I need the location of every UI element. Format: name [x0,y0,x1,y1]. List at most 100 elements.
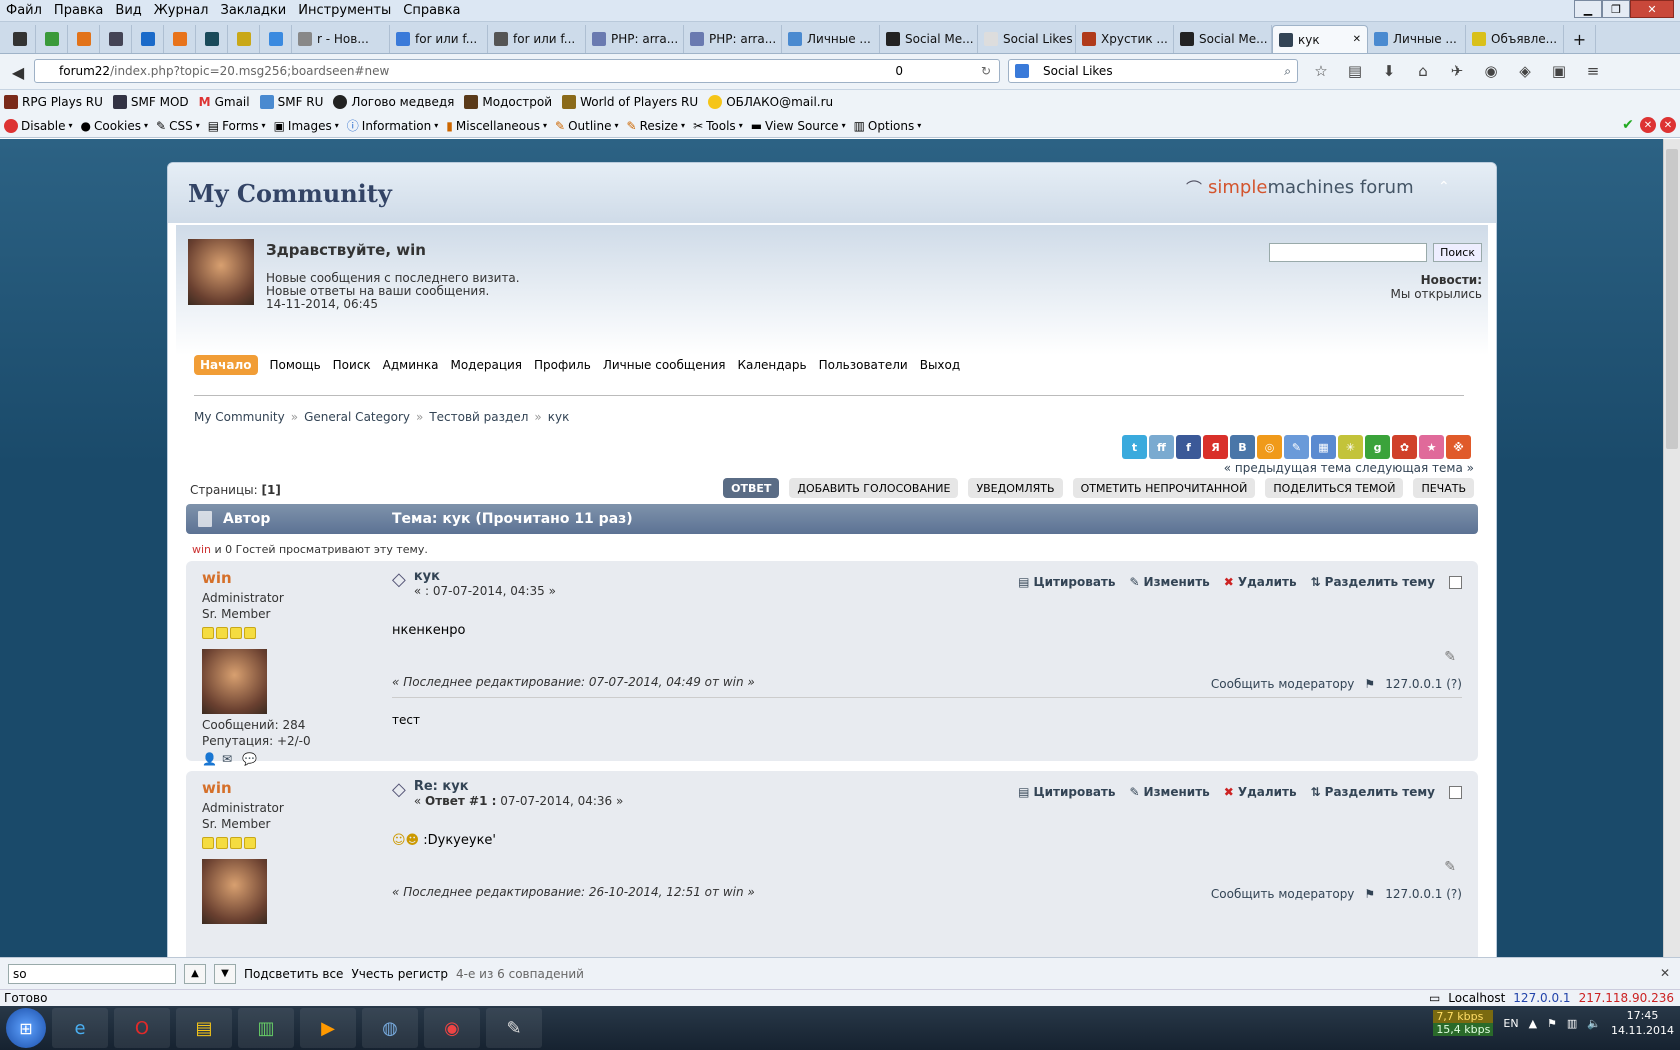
browser-tab[interactable]: r - Нов... [292,25,390,53]
post-select-checkbox[interactable] [1449,785,1462,799]
menu-tools[interactable]: Инструменты [292,3,397,18]
explorer-taskbar-icon[interactable]: ▤ [176,1008,232,1048]
poster-name[interactable]: win [202,779,362,797]
dev-tools[interactable]: ✂ Tools ▾ [693,119,743,133]
modify-button[interactable]: ✎ Изменить [1129,575,1209,589]
find-next-button[interactable]: ▼ [214,963,236,984]
browser-tab[interactable]: for или f... [390,25,488,53]
clock[interactable]: 17:45 14.11.2014 [1611,1008,1674,1038]
browser-tab[interactable] [228,25,260,53]
error-icon[interactable]: ✕ [1640,117,1656,133]
share-icon[interactable]: ※ [1446,435,1471,459]
poster-avatar[interactable] [202,859,267,924]
menu-moderation[interactable]: Модерация [450,356,522,374]
smf-logo[interactable]: ⌒ simplemachines forum [1186,175,1414,199]
breadcrumb-category[interactable]: General Category [304,410,410,424]
menu-members[interactable]: Пользователи [819,356,908,374]
menu-admin[interactable]: Админка [383,356,439,374]
bookmark-modostroy[interactable]: Модострой [464,95,552,109]
dev-information[interactable]: ⓘ Information ▾ [347,117,439,134]
reading-list-icon[interactable]: ▤ [1344,60,1366,82]
prev-next-topic[interactable]: « предыдущая тема следующая тема » [1224,461,1474,475]
new-posts-link[interactable]: Новые сообщения с последнего визита. [266,271,520,285]
poster-ip-link[interactable]: 127.0.0.1 (?) [1385,887,1462,901]
collapse-header-icon[interactable]: ⌃ [1438,179,1450,195]
find-previous-button[interactable]: ▲ [184,963,206,984]
dev-view-source[interactable]: ▬ View Source ▾ [751,119,846,133]
profile-icon[interactable]: 👤 [202,752,217,766]
dev-options[interactable]: ▥ Options ▾ [854,119,922,133]
poster-ip-link[interactable]: 127.0.0.1 (?) [1385,677,1462,691]
delete-button[interactable]: ✖ Удалить [1224,575,1297,589]
quick-edit-icon[interactable]: ✎ [1444,649,1456,665]
breadcrumb-topic[interactable]: кук [548,410,570,424]
poster-name[interactable]: win [202,569,362,587]
app-menu-icon[interactable]: ≡ [1582,60,1604,82]
reload-icon[interactable]: ↻ [981,64,991,78]
menu-history[interactable]: Журнал [148,3,215,18]
share-icon[interactable]: ✎ [1284,435,1309,459]
browser-tab[interactable] [260,25,292,53]
dev-forms[interactable]: ▤ Forms ▾ [208,119,266,133]
post-select-checkbox[interactable] [1449,575,1462,589]
reply-number[interactable]: Ответ #1 : [425,794,496,808]
highlight-all-toggle[interactable]: Подсветить все [244,967,343,981]
share-icon[interactable]: ff [1149,435,1174,459]
avatar[interactable] [188,239,254,305]
bookmark-star-icon[interactable]: ☆ [1310,60,1332,82]
menu-search[interactable]: Поиск [333,356,371,374]
browser-tab[interactable]: Объявле... [1466,25,1564,53]
check-icon[interactable]: ✔ [1620,117,1636,133]
menu-view[interactable]: Вид [109,3,147,18]
minimize-button[interactable]: ▁ [1574,0,1602,18]
chrome-taskbar-icon[interactable]: ◉ [424,1008,480,1048]
browser-tab[interactable] [196,25,228,53]
browser-tab[interactable] [100,25,132,53]
app-taskbar-icon[interactable]: ▥ [238,1008,294,1048]
share-icon[interactable]: ✿ [1392,435,1417,459]
share-topic-button[interactable]: ПОДЕЛИТЬСЯ ТЕМОЙ [1265,478,1404,498]
dev-miscellaneous[interactable]: ▮ Miscellaneous ▾ [446,119,547,133]
globe-taskbar-icon[interactable]: ◍ [362,1008,418,1048]
forum-title[interactable]: My Community [188,179,392,208]
browser-tab[interactable]: for или f... [488,25,586,53]
post-title[interactable]: Re: кук [414,779,623,794]
find-input[interactable]: so [8,963,176,984]
share-icon[interactable]: В [1230,435,1255,459]
share-icon[interactable]: Я [1203,435,1228,459]
home-icon[interactable]: ⌂ [1412,60,1434,82]
split-topic-button[interactable]: ⇅ Разделить тему [1311,785,1435,799]
error-icon[interactable]: ✕ [1660,117,1676,133]
quote-button[interactable]: ▤ Цитировать [1018,575,1115,589]
share-icon[interactable]: f [1176,435,1201,459]
menu-calendar[interactable]: Календарь [737,356,806,374]
browser-tab[interactable] [36,25,68,53]
close-find-bar-icon[interactable]: ✕ [1660,966,1670,980]
share-icon[interactable]: ★ [1419,435,1444,459]
bookmark-world-of-players[interactable]: World of Players RU [562,95,698,109]
pm-icon[interactable]: 💬 [242,752,257,766]
search-icon[interactable]: ⌕ [1284,64,1291,79]
menu-logout[interactable]: Выход [920,356,960,374]
flag-icon[interactable]: ⚑ [1547,1017,1557,1030]
delete-button[interactable]: ✖ Удалить [1224,785,1297,799]
close-window-button[interactable]: ✕ [1630,0,1674,18]
share-icon[interactable]: t [1122,435,1147,459]
print-button[interactable]: ПЕЧАТЬ [1413,478,1474,498]
tray-arrow-icon[interactable]: ▲ [1529,1017,1537,1030]
modify-button[interactable]: ✎ Изменить [1129,785,1209,799]
menu-messages[interactable]: Личные сообщения [603,356,726,374]
forum-search-input[interactable] [1269,243,1428,262]
browser-tab[interactable]: Social Likes ... [978,25,1076,53]
downloads-icon[interactable]: ⬇ [1378,60,1400,82]
report-to-moderator-link[interactable]: Сообщить модератору [1211,677,1355,691]
share-icon[interactable]: ▦ [1311,435,1336,459]
volume-icon[interactable]: 🔈 [1587,1017,1601,1030]
bookmark-rpg-plays[interactable]: RPG Plays RU [4,95,103,109]
opera-taskbar-icon[interactable]: O [114,1008,170,1048]
share-icon[interactable]: ✳ [1338,435,1363,459]
breadcrumb-board[interactable]: Тестовй раздел [429,410,528,424]
maximize-button[interactable]: ❐ [1602,0,1630,18]
menu-edit[interactable]: Правка [48,3,109,18]
poster-avatar[interactable] [202,649,267,714]
